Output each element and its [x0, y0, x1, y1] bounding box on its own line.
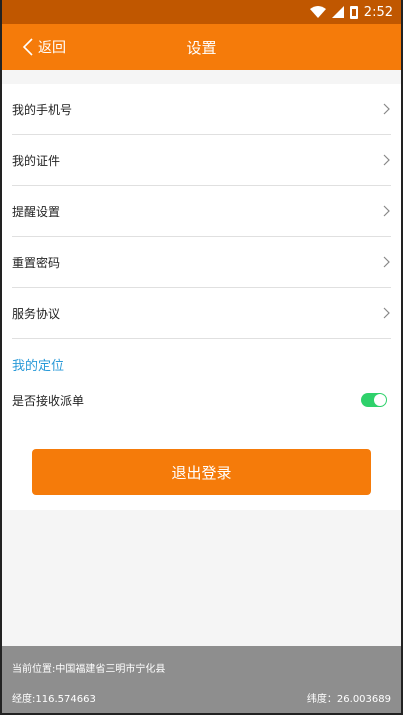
- accept-orders-label: 是否接收派单: [12, 393, 85, 408]
- accept-orders-toggle[interactable]: [361, 393, 387, 407]
- app-bar: 返回 设置: [2, 24, 401, 70]
- longitude-readout: 经度:116.574663: [12, 694, 96, 705]
- menu-item-reminders[interactable]: 提醒设置: [12, 186, 391, 237]
- status-bar: 2:52: [2, 0, 401, 24]
- app-screen: 2:52 返回 设置 我的手机号 我的证件 提醒设置 重置密码 服务协议 我的定…: [0, 0, 403, 715]
- section-title-location: 我的定位: [12, 358, 65, 374]
- menu-item-phone[interactable]: 我的手机号: [12, 84, 391, 135]
- location-footer: 当前位置:中国福建省三明市宁化县 经度:116.574663 纬度：26.003…: [2, 646, 401, 713]
- status-time: 2:52: [363, 4, 393, 20]
- chevron-right-icon: [383, 103, 390, 115]
- latitude-readout: 纬度：26.003689: [306, 694, 391, 705]
- chevron-right-icon: [383, 256, 390, 268]
- chevron-right-icon: [383, 307, 390, 319]
- menu-item-label: 服务协议: [12, 306, 61, 321]
- accept-orders-row: 是否接收派单: [12, 389, 391, 411]
- current-address: 当前位置:中国福建省三明市宁化县: [12, 664, 166, 675]
- chevron-right-icon: [383, 154, 390, 166]
- menu-item-label: 提醒设置: [12, 204, 61, 219]
- menu-item-documents[interactable]: 我的证件: [12, 135, 391, 186]
- menu-item-label: 我的证件: [12, 153, 61, 168]
- menu-item-label: 我的手机号: [12, 102, 73, 117]
- top-gap: [2, 70, 401, 84]
- logout-button[interactable]: 退出登录: [32, 449, 371, 495]
- menu-item-label: 重置密码: [12, 255, 61, 270]
- settings-card: 我的手机号 我的证件 提醒设置 重置密码 服务协议 我的定位 是否接收派单 退出…: [2, 84, 401, 510]
- menu-item-service-agreement[interactable]: 服务协议: [12, 288, 391, 339]
- chevron-right-icon: [383, 205, 390, 217]
- back-label: 返回: [38, 40, 66, 56]
- wifi-icon: [309, 6, 326, 18]
- signal-icon: [331, 6, 344, 18]
- logout-wrapper: 退出登录: [2, 411, 401, 510]
- chevron-left-icon: [22, 38, 33, 56]
- menu-item-reset-password[interactable]: 重置密码: [12, 237, 391, 288]
- battery-icon: [349, 5, 358, 19]
- back-button[interactable]: 返回: [2, 37, 66, 57]
